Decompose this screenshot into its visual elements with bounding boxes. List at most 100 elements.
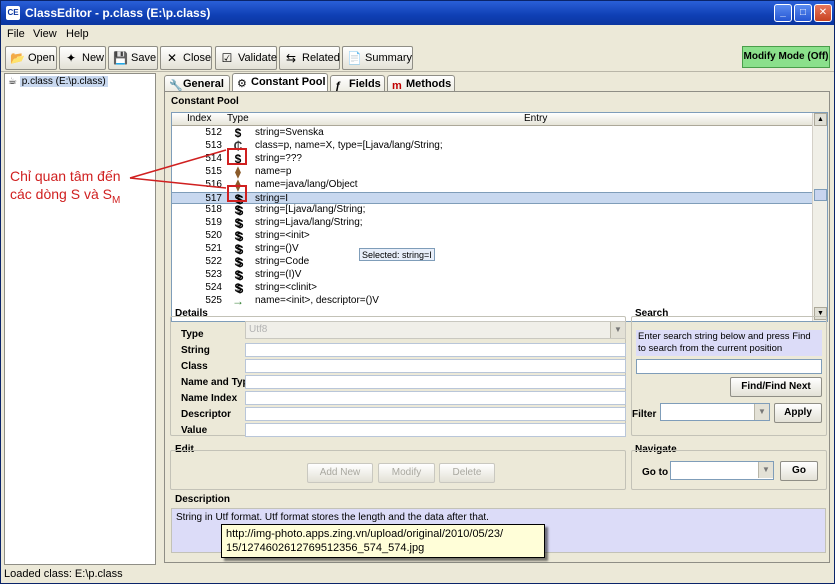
summary-button[interactable]: 📄 Summary: [342, 46, 413, 70]
goto-combo[interactable]: ▼: [670, 461, 774, 480]
scroll-up-icon[interactable]: ▲: [814, 113, 827, 126]
row-entry: string=[Ljava/lang/String;: [255, 204, 366, 216]
menu-help[interactable]: Help: [66, 28, 89, 40]
string-field[interactable]: [245, 343, 626, 357]
save-button[interactable]: 💾 Save: [108, 46, 158, 70]
type-sm-icon: $: [234, 203, 242, 218]
row-index: 517: [205, 192, 222, 204]
checkbox-icon: ☑: [221, 51, 233, 65]
modify-mode-button[interactable]: Modify Mode (Off): [742, 46, 830, 68]
row-index: 521: [205, 243, 222, 255]
row-index: 515: [205, 165, 222, 177]
close-button[interactable]: ✕ Close: [160, 46, 212, 70]
modify-button[interactable]: Modify: [378, 463, 435, 483]
x-icon: ✕: [166, 51, 178, 65]
row-entry: name=p: [255, 165, 292, 177]
class-tree-panel: ☕ p.class (E:\p.class): [4, 73, 156, 565]
edit-group: Add New Modify Delete: [170, 450, 626, 490]
table-row[interactable]: 513 ₵ class=p, name=X, type=[Ljava/lang/St…: [172, 140, 814, 153]
menu-file[interactable]: File: [7, 28, 25, 40]
maximize-icon[interactable]: □: [794, 4, 812, 22]
type-n-icon: ⧫: [235, 164, 241, 179]
table-row[interactable]: 520 $ string=<init>: [172, 230, 814, 243]
add-new-button[interactable]: Add New: [307, 463, 373, 483]
scroll-thumb[interactable]: [814, 189, 827, 201]
table-row[interactable]: 525 → name=<init>, descriptor=()V: [172, 295, 814, 308]
title-bar[interactable]: CE ClassEditor - p.class (E:\p.class) _ …: [1, 1, 834, 25]
search-group: Enter search string below and press Find…: [631, 316, 827, 436]
editor-panel: 🔧 General ⚙ Constant Pool ƒ Fields m Methods…: [162, 73, 832, 565]
row-index: 524: [205, 281, 222, 293]
new-button[interactable]: ✦ New: [59, 46, 106, 70]
row-index: 525: [205, 294, 222, 306]
menu-view[interactable]: View: [33, 28, 57, 40]
row-index: 518: [205, 204, 222, 216]
navigate-group: Go to ▼ Go: [631, 450, 827, 490]
column-entry[interactable]: Entry: [524, 113, 547, 124]
value-field[interactable]: [245, 423, 626, 437]
delete-button[interactable]: Delete: [439, 463, 495, 483]
description-title: Description: [175, 494, 231, 505]
status-bar: Loaded class: E:\p.class: [4, 568, 123, 580]
table-row[interactable]: 514 $ string=???: [172, 153, 814, 166]
row-entry: name=<init>, descriptor=()V: [255, 294, 379, 306]
table-row[interactable]: 524 $ string=<clinit>: [172, 282, 814, 295]
row-index: 520: [205, 230, 222, 242]
class-file-icon: ☕: [8, 76, 17, 87]
toolbar: 📂 Open ✦ New 💾 Save ✕ Close ☑ Validate ⇆ Relat…: [1, 44, 834, 72]
type-s-icon: $: [234, 126, 242, 140]
filter-combo[interactable]: ▼: [660, 403, 770, 421]
table-row[interactable]: 517 $ string=I: [172, 191, 814, 205]
type-sm-icon: $: [234, 216, 242, 231]
type-combo[interactable]: Utf8 ▼: [245, 321, 626, 339]
related-button[interactable]: ⇆ Related: [279, 46, 340, 70]
open-button[interactable]: 📂 Open: [5, 46, 57, 70]
document-icon: 📄: [347, 51, 362, 65]
row-index: 512: [205, 127, 222, 138]
table-scrollbar[interactable]: ▲ ▼: [812, 113, 827, 321]
type-sm-icon: $: [234, 267, 242, 282]
search-input[interactable]: [636, 359, 822, 374]
row-index: 514: [205, 152, 222, 164]
column-type[interactable]: Type: [227, 113, 249, 124]
find-next-button[interactable]: Find/Find Next: [730, 377, 822, 397]
table-row[interactable]: 518 $ string=[Ljava/lang/String;: [172, 204, 814, 217]
name-and-type-field[interactable]: [245, 375, 626, 389]
annotation-note: Chỉ quan tâm đến các dòng S và SM: [10, 168, 121, 206]
url-overlay: http://img-photo.apps.zing.vn/upload/ori…: [221, 524, 545, 558]
minimize-icon[interactable]: _: [774, 4, 792, 22]
tree-item-class[interactable]: ☕ p.class (E:\p.class): [8, 76, 108, 87]
class-field[interactable]: [245, 359, 626, 373]
row-entry: string=I: [255, 192, 289, 204]
related-icon: ⇆: [285, 51, 297, 65]
row-entry: class=p, name=X, type=[Ljava/lang/String…: [255, 139, 443, 151]
table-row[interactable]: 523 $ string=(I)V: [172, 269, 814, 282]
apply-button[interactable]: Apply: [774, 403, 822, 423]
chevron-down-icon: ▼: [754, 404, 769, 420]
table-row[interactable]: 519 $ string=Ljava/lang/String;: [172, 217, 814, 230]
row-entry: string=<init>: [255, 230, 310, 242]
row-index: 516: [205, 178, 222, 190]
row-index: 523: [205, 268, 222, 280]
close-window-icon[interactable]: ✕: [814, 4, 832, 22]
constant-pool-table[interactable]: Index Type Entry 512 $ string=Svenska 513 ₵ c…: [171, 112, 828, 322]
validate-button[interactable]: ☑ Validate: [215, 46, 277, 70]
column-index[interactable]: Index: [187, 113, 211, 124]
table-row[interactable]: 512 $ string=Svenska: [172, 127, 814, 140]
descriptor-field[interactable]: [245, 407, 626, 421]
type-sm-icon: $: [234, 229, 242, 244]
type-sm-icon: $: [234, 242, 242, 257]
table-row[interactable]: 516 ⧫ name=java/lang/Object: [172, 179, 814, 192]
table-row[interactable]: 515 ⧫ name=p: [172, 166, 814, 179]
filter-label: Filter: [632, 409, 657, 420]
table-row[interactable]: 522 $ string=Code: [172, 256, 814, 269]
row-entry: string=Code: [255, 256, 310, 267]
table-row[interactable]: 521 $ string=()V: [172, 243, 814, 256]
tab-constant-pool[interactable]: ⚙ Constant Pool: [232, 73, 328, 93]
name-index-field[interactable]: [245, 391, 626, 405]
table-header: Index Type Entry: [172, 113, 814, 126]
row-index: 522: [205, 256, 222, 267]
row-index: 513: [205, 139, 222, 151]
string-label: String: [181, 345, 210, 356]
go-button[interactable]: Go: [780, 461, 818, 481]
